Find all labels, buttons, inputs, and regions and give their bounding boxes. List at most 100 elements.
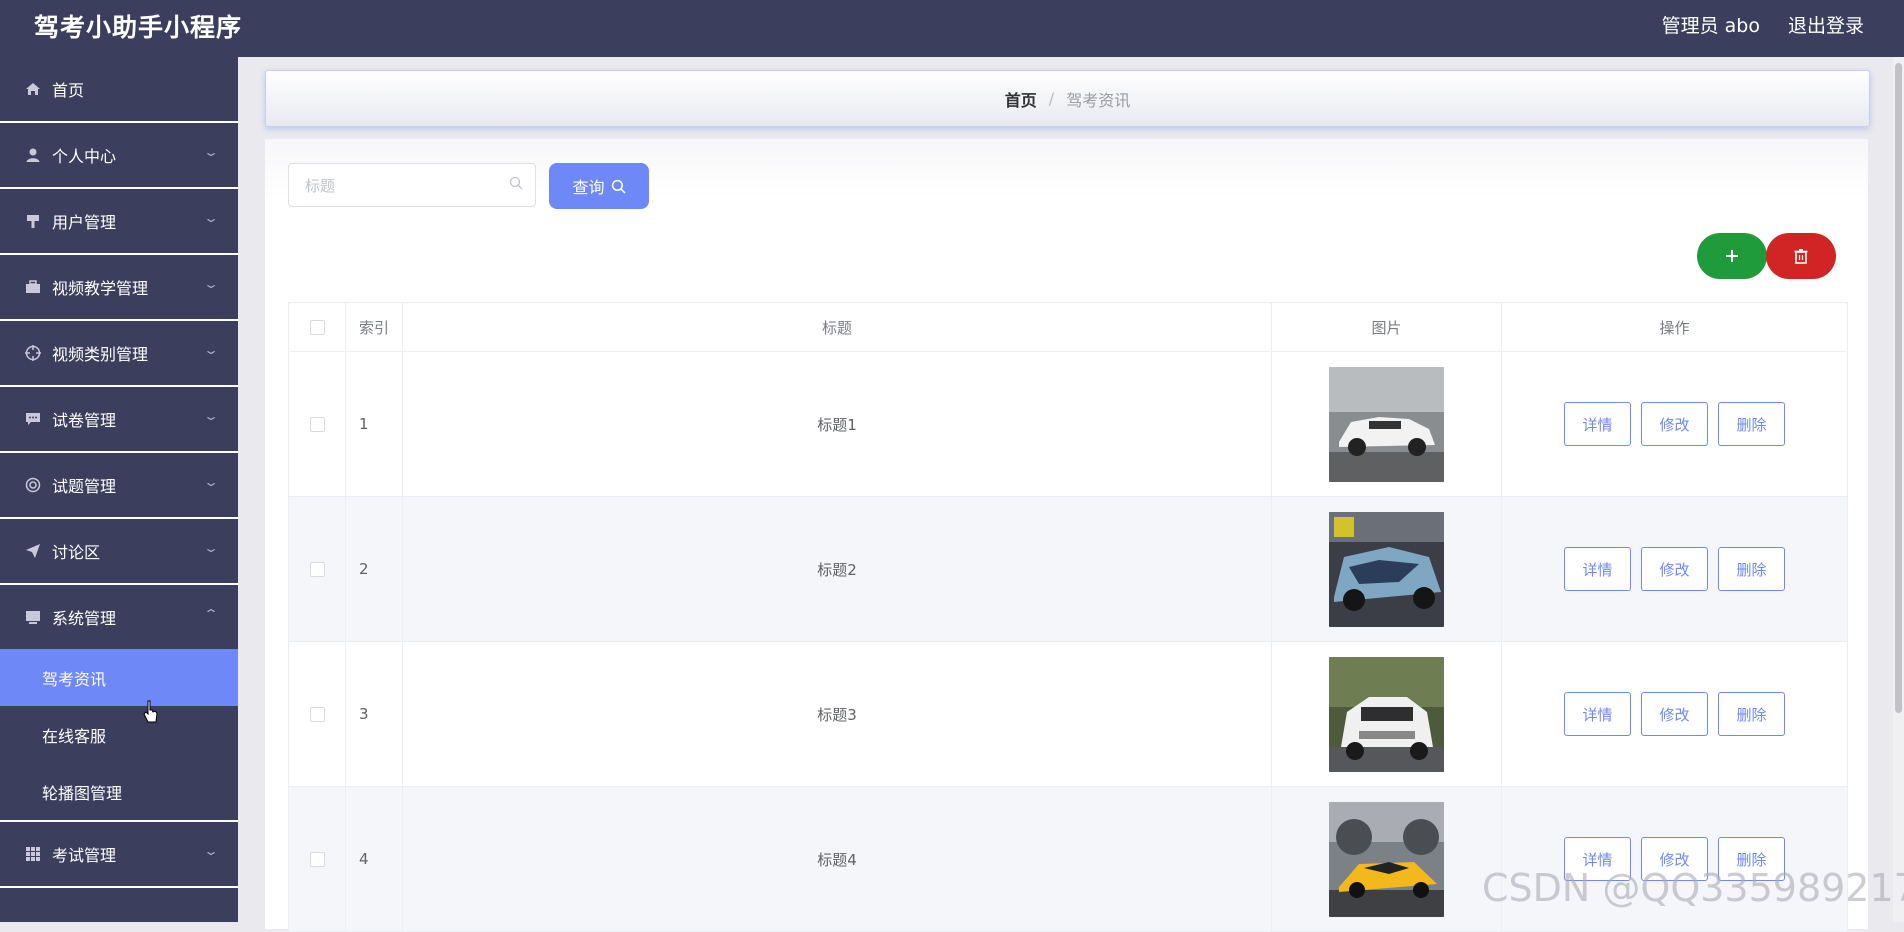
edit-button[interactable]: 修改 xyxy=(1641,547,1708,591)
select-all-cell xyxy=(288,302,346,352)
sidebar-item-system[interactable]: 系统管理 ⌃ xyxy=(0,585,238,649)
sidebar-item-forum[interactable]: 讨论区 ⌄ xyxy=(0,519,238,585)
page-scrollbar[interactable] xyxy=(1893,57,1904,922)
edit-button[interactable]: 修改 xyxy=(1641,402,1708,446)
sidebar-item-label: 试题管理 xyxy=(52,477,117,496)
chevron-up-icon: ⌃ xyxy=(202,607,220,621)
row-checkbox[interactable] xyxy=(309,417,325,432)
top-header: 驾考小助手小程序 管理员 abo 退出登录 xyxy=(0,0,1904,57)
row-checkbox[interactable] xyxy=(309,562,325,577)
delete-button[interactable]: 删除 xyxy=(1718,402,1785,446)
header-title: 标题 xyxy=(402,302,1272,352)
sidebar-item-label: 系统管理 xyxy=(52,609,117,628)
chevron-down-icon: ⌄ xyxy=(202,277,220,291)
system-submenu: 驾考资讯 在线客服 轮播图管理 xyxy=(0,649,238,822)
query-button-label: 查询 xyxy=(572,178,605,197)
row-image[interactable] xyxy=(1329,366,1444,482)
chevron-down-icon: ⌄ xyxy=(202,475,220,489)
row-title: 标题4 xyxy=(402,786,1272,932)
row-index: 4 xyxy=(345,786,403,932)
sidebar-item-label: 视频类别管理 xyxy=(52,345,149,364)
row-image[interactable] xyxy=(1329,511,1444,627)
watermark: CSDN @QQ3359892174 xyxy=(1482,866,1904,910)
delete-button[interactable]: 删除 xyxy=(1718,692,1785,736)
admin-label[interactable]: 管理员 abo xyxy=(1662,11,1760,38)
sidebar-item-label: 个人中心 xyxy=(52,147,117,166)
edit-button[interactable]: 修改 xyxy=(1641,692,1708,736)
home-icon xyxy=(24,80,42,98)
sidebar-item-label: 讨论区 xyxy=(52,543,101,562)
chevron-down-icon: ⌄ xyxy=(202,343,220,357)
sidebar: 首页 个人中心 ⌄ 用户管理 ⌄ 视频教学管理 ⌄ 视频类别管理 ⌄ 试卷管理 xyxy=(0,57,238,922)
detail-button[interactable]: 详情 xyxy=(1564,402,1631,446)
sidebar-item-video-teaching[interactable]: 视频教学管理 ⌄ xyxy=(0,255,238,321)
search-icon xyxy=(509,176,523,190)
table-row: 2 标题2 详情 修改 删除 xyxy=(288,496,1848,642)
row-image[interactable] xyxy=(1329,656,1444,772)
sidebar-item-users[interactable]: 用户管理 ⌄ xyxy=(0,189,238,255)
briefcase-icon xyxy=(24,278,42,296)
row-title: 标题1 xyxy=(402,351,1272,497)
logout-link[interactable]: 退出登录 xyxy=(1788,11,1864,38)
sidebar-item-label: 视频教学管理 xyxy=(52,279,149,298)
scrollbar-thumb[interactable] xyxy=(1895,63,1902,713)
sidebar-item-video-category[interactable]: 视频类别管理 ⌄ xyxy=(0,321,238,387)
header-actions: 管理员 abo 退出登录 xyxy=(1662,11,1864,38)
delete-button[interactable]: 删除 xyxy=(1718,547,1785,591)
main-content: 首页 / 驾考资讯 查询 索引 标题 xyxy=(238,57,1904,932)
sidebar-subitem-customer-service[interactable]: 在线客服 xyxy=(0,706,238,763)
news-table: 索引 标题 图片 操作 1 标题1 详情修改 删除 2 标题2 详情 修改 删除… xyxy=(288,302,1848,932)
row-checkbox[interactable] xyxy=(309,707,325,722)
trash-icon xyxy=(1794,249,1808,264)
add-button[interactable] xyxy=(1697,233,1767,279)
grid-icon xyxy=(24,845,42,863)
search-icon xyxy=(611,179,625,193)
sidebar-item-questions[interactable]: 试题管理 ⌄ xyxy=(0,453,238,519)
crosshair-icon xyxy=(24,344,42,362)
chevron-down-icon: ⌄ xyxy=(202,145,220,159)
header-actions: 操作 xyxy=(1501,302,1848,352)
sidebar-item-label: 考试管理 xyxy=(52,846,117,865)
sidebar-item-exams[interactable]: 考试管理 ⌄ xyxy=(0,822,238,888)
sidebar-subitem-news[interactable]: 驾考资讯 xyxy=(0,649,238,706)
sidebar-item-personal[interactable]: 个人中心 ⌄ xyxy=(0,123,238,189)
header-index: 索引 xyxy=(345,302,403,352)
lifebuoy-icon xyxy=(24,476,42,494)
content-panel: 查询 索引 标题 图片 操作 xyxy=(265,139,1868,932)
row-image[interactable] xyxy=(1329,801,1444,917)
row-checkbox[interactable] xyxy=(309,852,325,867)
breadcrumb: 首页 / 驾考资讯 xyxy=(265,70,1870,127)
detail-button[interactable]: 详情 xyxy=(1564,692,1631,736)
row-index: 3 xyxy=(345,641,403,787)
app-title: 驾考小助手小程序 xyxy=(34,13,243,42)
table-row: 3 标题3 详情 修改 删除 xyxy=(288,641,1848,787)
sidebar-item-papers[interactable]: 试卷管理 ⌄ xyxy=(0,387,238,453)
select-all-checkbox[interactable] xyxy=(309,320,325,335)
sidebar-item-label: 用户管理 xyxy=(52,213,117,232)
chevron-down-icon: ⌄ xyxy=(202,844,220,858)
sidebar-item-home[interactable]: 首页 xyxy=(0,57,238,123)
hammer-icon xyxy=(24,212,42,230)
breadcrumb-current: 驾考资讯 xyxy=(1066,90,1131,110)
user-icon xyxy=(24,146,42,164)
breadcrumb-home[interactable]: 首页 xyxy=(1005,87,1037,111)
row-title: 标题3 xyxy=(402,641,1272,787)
chat-icon xyxy=(24,410,42,428)
search-box xyxy=(288,163,536,208)
row-index: 1 xyxy=(345,351,403,497)
header-image: 图片 xyxy=(1271,302,1502,352)
sidebar-item-label: 试卷管理 xyxy=(52,411,117,430)
mouse-cursor-icon xyxy=(143,700,158,723)
sidebar-subitem-carousel[interactable]: 轮播图管理 xyxy=(0,763,238,820)
chevron-down-icon: ⌄ xyxy=(202,211,220,225)
search-input[interactable] xyxy=(289,164,507,208)
plus-icon xyxy=(1726,250,1738,262)
query-button[interactable]: 查询 xyxy=(549,163,649,209)
detail-button[interactable]: 详情 xyxy=(1564,547,1631,591)
table-header-row: 索引 标题 图片 操作 xyxy=(288,302,1848,352)
sidebar-item-label: 首页 xyxy=(52,81,85,100)
monitor-icon xyxy=(24,608,42,626)
batch-delete-button[interactable] xyxy=(1766,233,1836,279)
chevron-down-icon: ⌄ xyxy=(202,541,220,555)
table-row: 1 标题1 详情 修改 删除 xyxy=(288,351,1848,497)
